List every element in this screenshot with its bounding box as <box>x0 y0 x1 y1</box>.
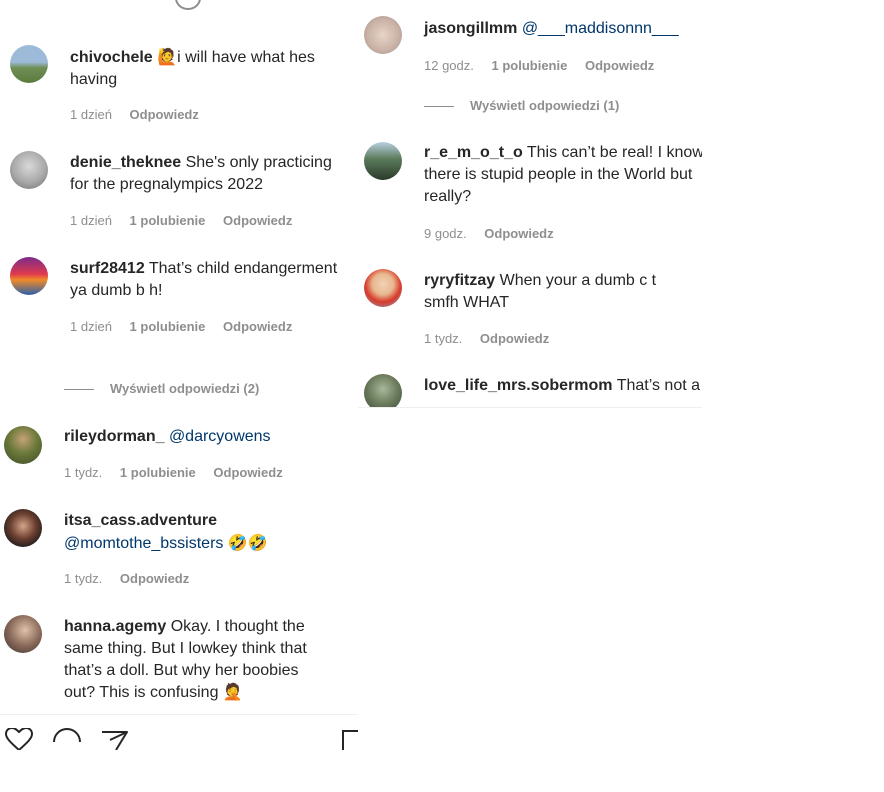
avatar[interactable] <box>10 45 48 83</box>
avatar[interactable] <box>364 16 402 54</box>
comment-text: r_e_m_o_t_o This can’t be real! I know t… <box>424 142 702 208</box>
comment-username[interactable]: denie_theknee <box>70 154 181 171</box>
comment-text: rileydorman_ @darcyowens <box>64 426 349 448</box>
comment-text: itsa_cass.adventure @momtothe_bssisters … <box>64 510 349 555</box>
reply-button[interactable]: Odpowiedz <box>585 58 654 73</box>
heart-icon[interactable] <box>4 728 34 750</box>
avatar[interactable] <box>364 142 402 180</box>
comment-icon[interactable] <box>52 728 82 750</box>
mention-link[interactable]: @___maddisonnn___ <box>522 20 679 37</box>
view-replies-button[interactable]: Wyświetl odpowiedzi (2) <box>64 381 259 396</box>
left-comments-panel: chivochele 🙋i will have what hes having … <box>0 0 358 750</box>
comment-meta: 1 dzień Odpowiedz <box>70 107 213 122</box>
right-comments-panel: jasongillmm @___maddisonnn___ 12 godz. 1… <box>358 0 702 408</box>
avatar[interactable] <box>364 269 402 307</box>
comment-time[interactable]: 12 godz. <box>424 58 474 73</box>
comment-text: chivochele 🙋i will have what hes having <box>70 46 340 91</box>
bookmark-icon[interactable] <box>342 730 358 750</box>
share-icon[interactable] <box>100 728 130 750</box>
avatar[interactable] <box>4 426 42 464</box>
comment-text: ryryfitzay When your a dumb c t smfh WHA… <box>424 270 694 314</box>
reply-button[interactable]: Odpowiedz <box>480 331 549 346</box>
avatar[interactable] <box>4 615 42 653</box>
scroll-indicator-icon <box>175 0 201 10</box>
replies-divider <box>424 106 454 108</box>
comment-username[interactable]: love_life_mrs.sobermom <box>424 377 613 394</box>
mention-link[interactable]: @darcyowens <box>169 428 271 445</box>
comment-text: hanna.agemy Okay. I thought the same thi… <box>64 616 334 704</box>
comment-time[interactable]: 1 dzień <box>70 319 112 334</box>
avatar[interactable] <box>4 509 42 547</box>
comment-username[interactable]: surf28412 <box>70 260 145 277</box>
comment-text: surf28412 That’s child endangerment ya d… <box>70 258 355 302</box>
comment-meta: 1 tydz. 1 polubienie Odpowiedz <box>64 465 297 480</box>
comment-time[interactable]: 1 tydz. <box>64 465 102 480</box>
replies-divider <box>64 389 94 391</box>
laughing-emoji-icon: 🤣🤣 <box>227 533 268 552</box>
comment-username[interactable]: hanna.agemy <box>64 618 166 635</box>
comment-meta: 9 godz. Odpowiedz <box>424 226 568 241</box>
comment-body: That’s not a <box>616 377 700 394</box>
actions-divider <box>0 714 358 715</box>
likes-count[interactable]: 1 polubienie <box>130 319 206 334</box>
avatar[interactable] <box>10 257 48 295</box>
reply-button[interactable]: Odpowiedz <box>213 465 282 480</box>
likes-count[interactable]: 1 polubienie <box>120 465 196 480</box>
reply-button[interactable]: Odpowiedz <box>120 571 189 586</box>
comment-text: love_life_mrs.sobermom That’s not a <box>424 375 702 397</box>
comment-meta: 12 godz. 1 polubienie Odpowiedz <box>424 58 668 73</box>
comment-time[interactable]: 1 tydz. <box>64 571 102 586</box>
comment-username[interactable]: r_e_m_o_t_o <box>424 144 523 161</box>
comment-username[interactable]: ryryfitzay <box>424 272 495 289</box>
likes-count[interactable]: 1 polubienie <box>492 58 568 73</box>
avatar[interactable] <box>364 374 402 407</box>
comment-time[interactable]: 1 dzień <box>70 107 112 122</box>
comment-meta: 1 tydz. Odpowiedz <box>424 331 563 346</box>
comment-username[interactable]: chivochele <box>70 49 153 66</box>
view-replies-label: Wyświetl odpowiedzi (1) <box>470 98 620 113</box>
reply-button[interactable]: Odpowiedz <box>223 319 292 334</box>
comment-meta: 1 dzień 1 polubienie Odpowiedz <box>70 319 306 334</box>
view-replies-label: Wyświetl odpowiedzi (2) <box>110 381 260 396</box>
comment-username[interactable]: rileydorman_ <box>64 428 164 445</box>
reply-button[interactable]: Odpowiedz <box>484 226 553 241</box>
raising-hand-emoji-icon: 🙋 <box>157 47 178 66</box>
comment-time[interactable]: 1 dzień <box>70 213 112 228</box>
comment-username[interactable]: jasongillmm <box>424 20 517 37</box>
comment-username[interactable]: itsa_cass.adventure <box>64 512 217 529</box>
comment-text: jasongillmm @___maddisonnn___ <box>424 18 699 40</box>
mention-link[interactable]: @momtothe_bssisters <box>64 535 223 552</box>
comment-text: denie_theknee She's only practicing for … <box>70 152 350 196</box>
comment-time[interactable]: 1 tydz. <box>424 331 462 346</box>
comment-meta: 1 dzień 1 polubienie Odpowiedz <box>70 213 306 228</box>
view-replies-button[interactable]: Wyświetl odpowiedzi (1) <box>424 98 619 113</box>
reply-button[interactable]: Odpowiedz <box>130 107 199 122</box>
likes-count[interactable]: 1 polubienie <box>130 213 206 228</box>
avatar[interactable] <box>10 151 48 189</box>
comment-meta: 1 tydz. Odpowiedz <box>64 571 203 586</box>
reply-button[interactable]: Odpowiedz <box>223 213 292 228</box>
comment-time[interactable]: 9 godz. <box>424 226 467 241</box>
